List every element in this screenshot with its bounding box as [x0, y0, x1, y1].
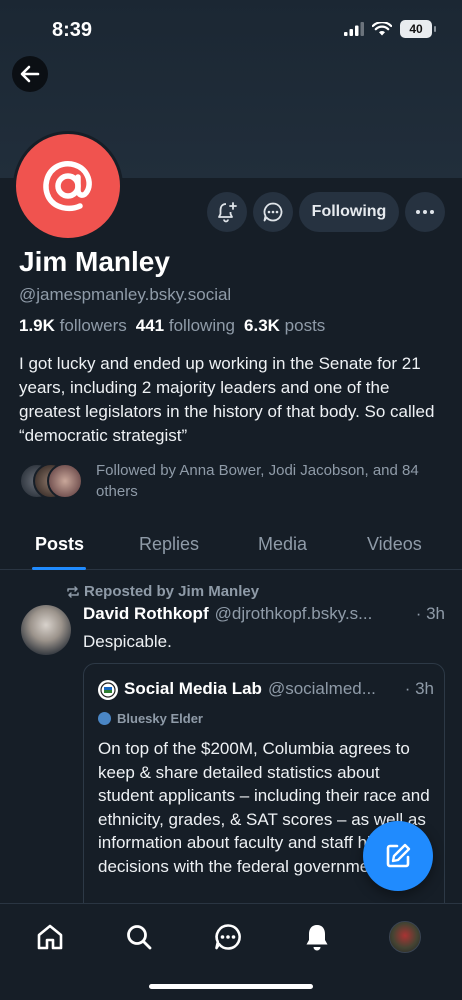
display-name: Jim Manley	[19, 246, 170, 277]
nav-profile[interactable]	[387, 919, 423, 955]
tab-posts[interactable]: Posts	[35, 534, 84, 555]
following-stat[interactable]: 441 following	[136, 316, 235, 336]
quote-badge: Bluesky Elder	[98, 711, 203, 726]
nav-notifications[interactable]	[299, 919, 335, 955]
chat-bubble-icon	[215, 924, 241, 950]
followed-by-text[interactable]: Followed by Anna Bower, Jodi Jacobson, a…	[96, 460, 446, 502]
nav-home[interactable]	[32, 919, 68, 955]
profile-handle: @jamespmanley.bsky.social	[19, 285, 232, 304]
user-avatar	[389, 921, 421, 953]
quote-header: Social Media Lab @socialmed... · 3h	[124, 679, 434, 699]
message-button[interactable]	[253, 192, 293, 232]
known-followers-avatars[interactable]	[19, 463, 85, 499]
search-icon	[127, 925, 152, 950]
status-bar: 8:39 40	[0, 0, 462, 60]
profile-actions: Following	[207, 192, 445, 232]
quote-author-name: Social Media Lab	[124, 679, 262, 698]
post-author-avatar[interactable]	[21, 605, 71, 655]
repost-label: Reposted by Jim Manley	[84, 583, 260, 600]
quote-timestamp: · 3h	[404, 679, 434, 698]
butterfly-badge-icon	[98, 712, 111, 725]
home-indicator	[149, 984, 313, 989]
at-sign-icon	[43, 161, 92, 212]
repost-indicator[interactable]: Reposted by Jim Manley	[66, 583, 259, 600]
followers-stat[interactable]: 1.9K followers	[19, 316, 127, 336]
active-tab-indicator	[32, 567, 86, 570]
profile-avatar[interactable]	[13, 131, 123, 241]
profile-tabs: Posts Replies Media Videos	[0, 522, 462, 570]
bell-plus-icon	[218, 202, 237, 223]
post-author-handle[interactable]: @djrothkopf.bsky.s...	[215, 604, 408, 624]
post-text: Despicable.	[83, 632, 172, 651]
battery-indicator: 40	[400, 20, 436, 38]
tab-videos[interactable]: Videos	[367, 534, 422, 555]
notify-button[interactable]	[207, 192, 247, 232]
compose-button[interactable]	[363, 821, 433, 891]
repost-icon	[67, 585, 79, 598]
status-time: 8:39	[52, 19, 93, 41]
more-options-button[interactable]	[405, 192, 445, 232]
home-icon	[37, 924, 63, 950]
chat-bubble-icon	[263, 202, 283, 222]
quote-author-avatar	[98, 680, 118, 700]
social-lab-logo-icon	[100, 682, 116, 698]
wifi-icon	[372, 22, 392, 36]
profile-stats: 1.9K followers 441 following 6.3K posts	[19, 316, 325, 336]
post-author-name[interactable]: David Rothkopf	[83, 604, 209, 624]
following-button[interactable]: Following	[299, 192, 399, 232]
bell-icon	[306, 925, 328, 951]
tab-replies[interactable]: Replies	[139, 534, 199, 555]
signal-icon	[344, 22, 364, 36]
compose-icon	[386, 843, 411, 868]
follower-avatar	[47, 463, 83, 499]
quote-author-handle: @socialmed...	[267, 679, 376, 698]
post-header: David Rothkopf @djrothkopf.bsky.s... · 3…	[83, 604, 445, 624]
ellipsis-icon	[416, 210, 434, 214]
status-icons: 40	[344, 20, 436, 38]
nav-messages[interactable]	[210, 919, 246, 955]
profile-bio: I got lucky and ended up working in the …	[19, 354, 435, 445]
nav-search[interactable]	[121, 919, 157, 955]
back-button[interactable]	[12, 56, 48, 92]
post-timestamp: · 3h	[415, 604, 445, 623]
posts-stat: 6.3K posts	[244, 316, 326, 335]
arrow-left-icon	[20, 65, 40, 83]
tab-media[interactable]: Media	[258, 534, 307, 555]
quote-badge-label: Bluesky Elder	[117, 711, 203, 726]
